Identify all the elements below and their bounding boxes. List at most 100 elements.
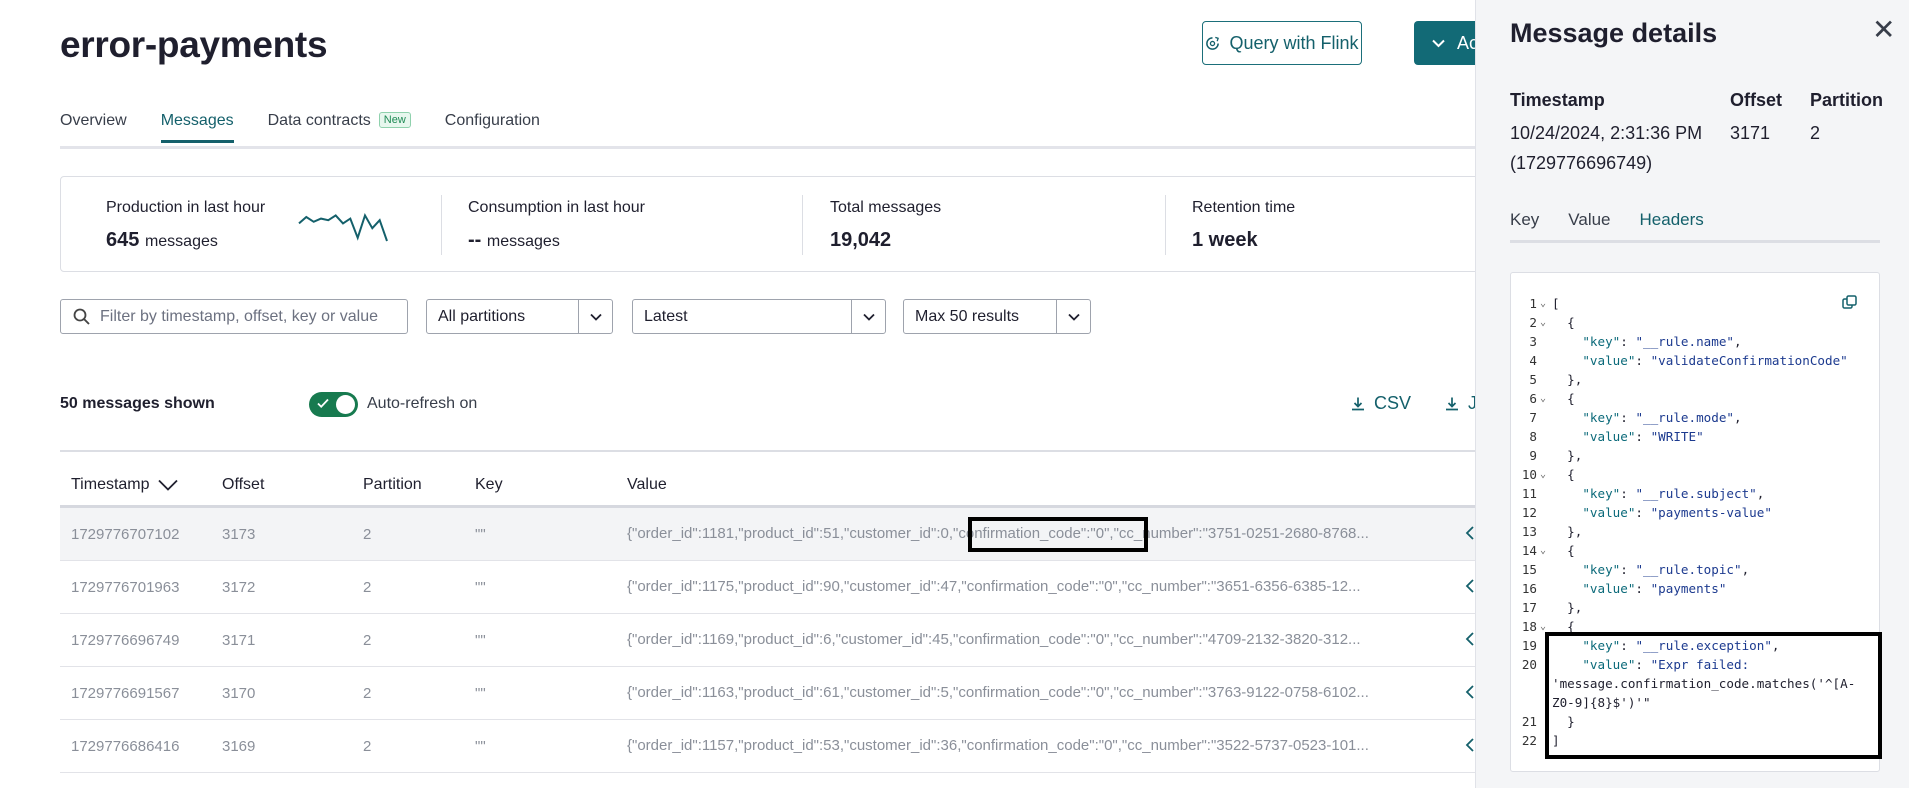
line-number: 14: [1521, 543, 1537, 558]
column-header-partition[interactable]: Partition: [363, 476, 422, 494]
offset-position-value: Latest: [644, 307, 688, 325]
chevron-down-icon: [578, 300, 612, 333]
download-csv-button[interactable]: CSV: [1350, 393, 1411, 414]
code-text: {: [1552, 391, 1575, 406]
table-row[interactable]: 1729776707102 3173 2 "" {"order_id":1181,"pr…: [60, 508, 1475, 561]
code-line: 14 ⌄ {: [1511, 541, 1855, 560]
table-row[interactable]: 1729776701963 3172 2 "" {"order_id":1175,"pr…: [60, 561, 1475, 614]
chevron-left-icon[interactable]: [1465, 525, 1475, 541]
chevron-left-icon[interactable]: [1465, 684, 1475, 700]
offset-position-select[interactable]: Latest: [632, 299, 886, 334]
column-header-value[interactable]: Value: [627, 476, 667, 494]
panel-tabs: Key Value Headers: [1510, 210, 1733, 243]
table-row[interactable]: 1729776686416 3169 2 "" {"order_id":1157,"pr…: [60, 720, 1475, 773]
code-line: 10 ⌄ {: [1511, 465, 1855, 484]
timestamp-value: 10/24/2024, 2:31:36 PM (1729776696749): [1510, 118, 1702, 178]
code-text: },: [1552, 600, 1583, 615]
query-with-flink-label: Query with Flink: [1229, 32, 1359, 53]
messages-shown-count: 50 messages shown: [60, 395, 215, 412]
cell-key: "": [475, 631, 486, 649]
fold-gutter: [1537, 560, 1549, 579]
code-line: 2 ⌄ {: [1511, 313, 1855, 332]
topic-title: error-payments: [60, 24, 328, 65]
tab-value[interactable]: Value: [1568, 210, 1610, 243]
tab-data-contracts[interactable]: Data contracts New: [268, 112, 411, 143]
code-line: 9 },: [1511, 446, 1855, 465]
line-number: 7: [1529, 410, 1537, 425]
sort-descending-icon: [157, 479, 178, 491]
actions-button[interactable]: Ac: [1414, 21, 1475, 65]
fold-gutter: [1537, 332, 1549, 351]
annotation-highlight-box: [1545, 632, 1882, 759]
stat-consumption-unit: messages: [486, 233, 560, 250]
partitions-select-value: All partitions: [438, 307, 526, 325]
download-json-button[interactable]: J: [1444, 393, 1475, 414]
line-number: 18: [1521, 619, 1537, 634]
cell-partition: 2: [363, 631, 372, 649]
tab-overview-label: Overview: [60, 112, 127, 129]
fold-gutter: [1537, 408, 1549, 427]
auto-refresh-toggle[interactable]: [309, 392, 358, 417]
table-top-divider: [60, 450, 1475, 452]
max-results-select[interactable]: Max 50 results: [903, 299, 1091, 334]
search-input[interactable]: [100, 307, 390, 326]
code-line: 4 "value": "validateConfirmationCode": [1511, 351, 1855, 370]
cell-value: {"order_id":1175,"product_id":90,"custom…: [627, 578, 1361, 595]
timestamp-label: Timestamp: [1510, 90, 1605, 110]
stat-consumption: Consumption in last hour -- messages: [468, 199, 645, 252]
tab-headers[interactable]: Headers: [1639, 210, 1704, 243]
tab-configuration-label: Configuration: [444, 112, 540, 129]
code-text: "value": "payments": [1582, 581, 1727, 596]
close-icon[interactable]: ✕: [1872, 16, 1895, 44]
code-line: 7 "key": "__rule.mode",: [1511, 408, 1855, 427]
line-number: [1511, 674, 1537, 693]
table-row[interactable]: 1729776691567 3170 2 "" {"order_id":1163,"pr…: [60, 667, 1475, 720]
column-header-offset[interactable]: Offset: [222, 476, 264, 494]
tab-overview[interactable]: Overview: [60, 112, 127, 143]
fold-gutter: [1537, 351, 1549, 370]
stat-total: Total messages 19,042: [830, 199, 941, 252]
tab-messages[interactable]: Messages: [160, 112, 234, 143]
code-text: },: [1552, 372, 1583, 387]
stat-production-label: Production in last hour: [106, 199, 266, 216]
chevron-left-icon[interactable]: [1465, 631, 1475, 647]
table-row[interactable]: 1729776696749 3171 2 "" {"order_id":1169,"pr…: [60, 614, 1475, 667]
tab-configuration[interactable]: Configuration: [445, 112, 540, 143]
fold-gutter: [1537, 598, 1549, 617]
code-text: "key": "__rule.subject",: [1582, 486, 1765, 501]
chevron-left-icon[interactable]: [1465, 578, 1475, 594]
cell-timestamp: 1729776696749: [71, 631, 180, 649]
fold-chevron-icon[interactable]: ⌄: [1537, 294, 1549, 313]
line-number: 1: [1529, 296, 1537, 311]
fold-chevron-icon[interactable]: ⌄: [1537, 465, 1549, 484]
fold-chevron-icon[interactable]: ⌄: [1537, 313, 1549, 332]
line-number: 13: [1521, 524, 1537, 539]
chevron-down-icon: [1432, 39, 1445, 47]
chevron-left-icon[interactable]: [1465, 737, 1475, 753]
code-text: "key": "__rule.name",: [1582, 334, 1742, 349]
fold-chevron-icon[interactable]: ⌄: [1537, 541, 1549, 560]
column-header-key[interactable]: Key: [475, 476, 503, 494]
stat-production-unit: messages: [144, 233, 218, 250]
fold-gutter: [1537, 522, 1549, 541]
line-number: 3: [1529, 334, 1537, 349]
panel-title: Message details: [1510, 18, 1718, 48]
message-filter-search: [60, 299, 408, 334]
chevron-down-icon: [851, 300, 885, 333]
line-number: 21: [1521, 714, 1537, 729]
partitions-select[interactable]: All partitions: [426, 299, 613, 334]
query-with-flink-button[interactable]: Query with Flink: [1202, 21, 1362, 65]
actions-label: Ac: [1457, 32, 1475, 53]
code-text: [: [1552, 296, 1560, 311]
cell-timestamp: 1729776707102: [71, 525, 180, 543]
tab-key[interactable]: Key: [1510, 210, 1539, 243]
line-number: 9: [1529, 448, 1537, 463]
line-number: 10: [1521, 467, 1537, 482]
column-header-timestamp[interactable]: Timestamp: [71, 476, 178, 494]
offset-label: Offset: [1730, 90, 1783, 110]
line-number: 8: [1529, 429, 1537, 444]
code-text: "value": "payments-value": [1582, 505, 1772, 520]
cell-offset: 3173: [222, 525, 256, 543]
fold-chevron-icon[interactable]: ⌄: [1537, 389, 1549, 408]
new-badge: New: [378, 112, 411, 128]
